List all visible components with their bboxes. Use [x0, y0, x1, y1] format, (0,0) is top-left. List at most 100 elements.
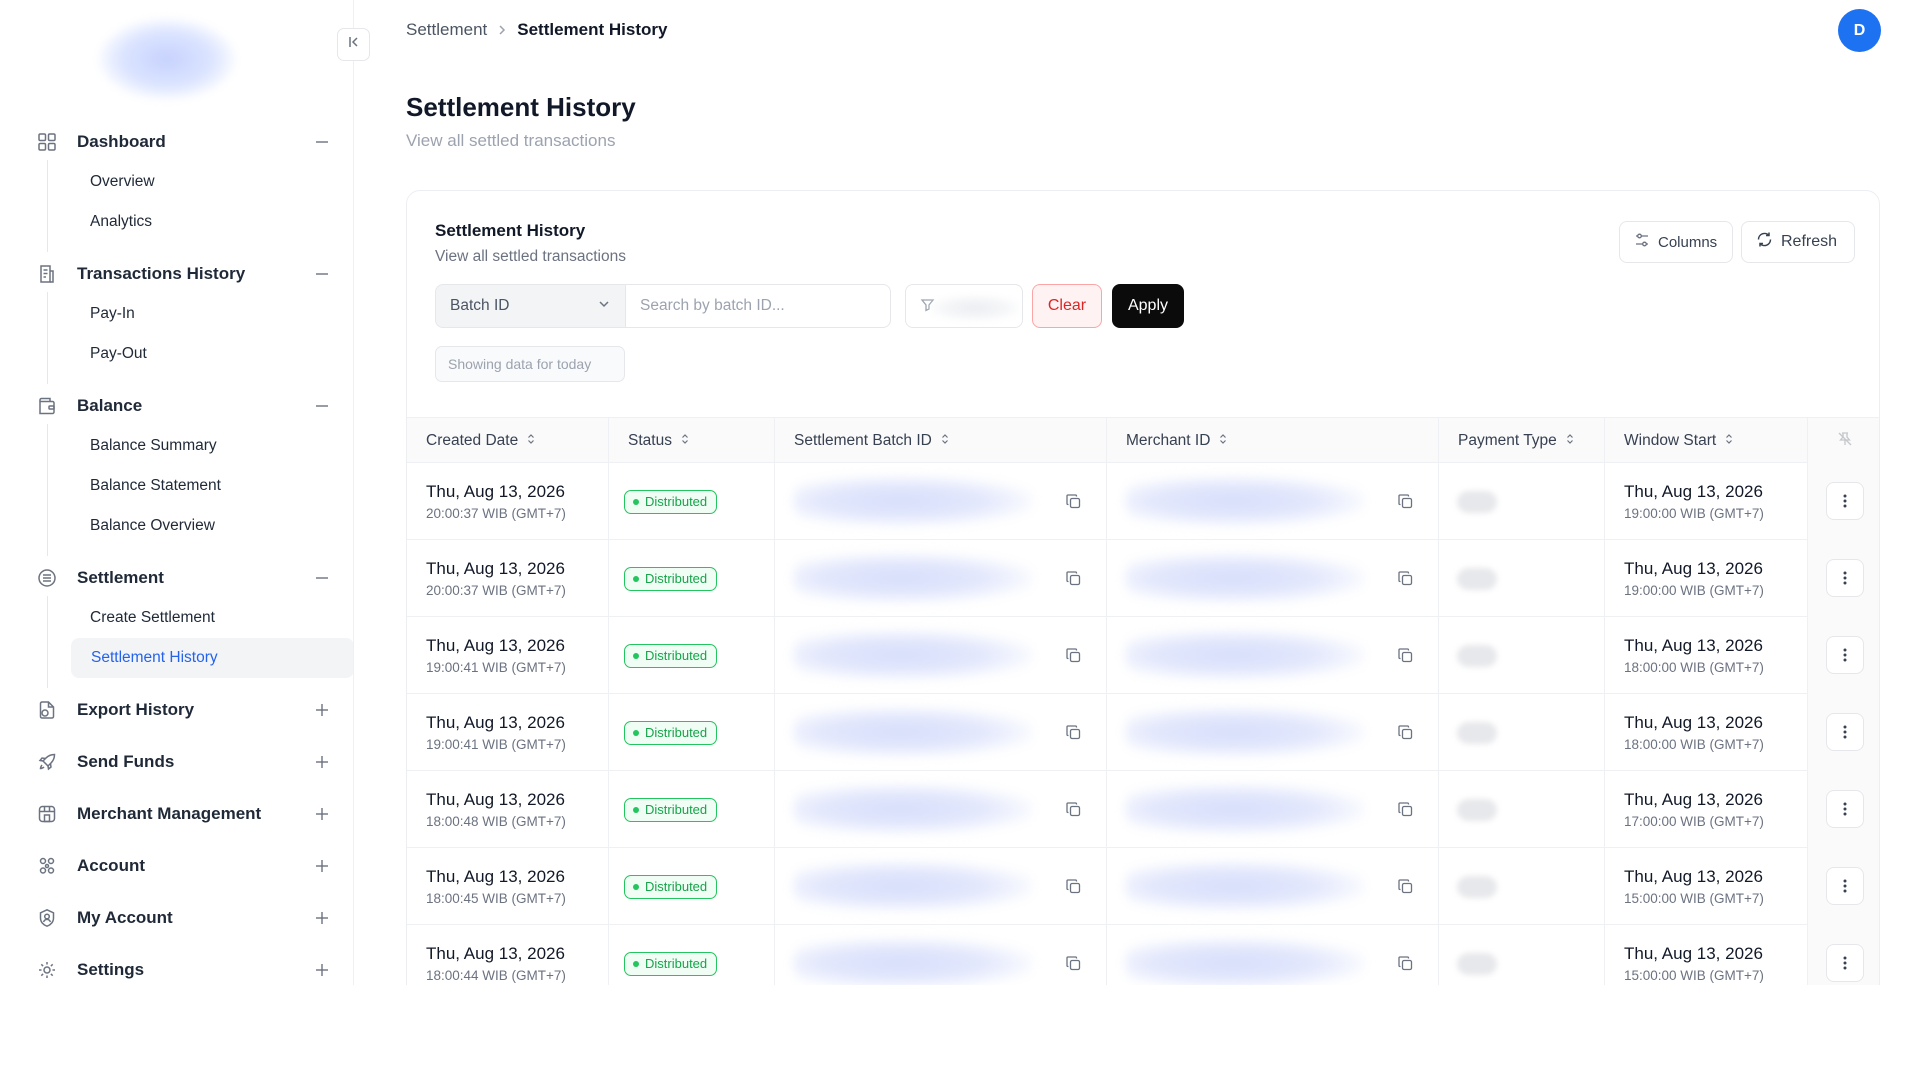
copy-icon[interactable] [1065, 570, 1082, 587]
minus-icon[interactable] [314, 134, 330, 150]
status-dot-icon [633, 806, 639, 813]
sidebar-item-label: Dashboard [77, 132, 166, 151]
sidebar-item-my-account[interactable]: My Account [0, 900, 353, 936]
copy-icon[interactable] [1397, 801, 1414, 818]
sidebar-item-send-funds[interactable]: Send Funds [0, 744, 353, 780]
cell-created-date: Thu, Aug 13, 2026 18:00:48 WIB (GMT+7) [407, 771, 609, 848]
plus-icon[interactable] [314, 806, 330, 822]
sidebar-item-overview[interactable]: Overview [58, 162, 341, 202]
cell-created-date: Thu, Aug 13, 2026 18:00:45 WIB (GMT+7) [407, 848, 609, 925]
avatar[interactable]: D [1838, 9, 1881, 52]
created-date: Thu, Aug 13, 2026 [426, 559, 565, 578]
nav-children: Overview Analytics [47, 160, 353, 252]
column-header-actions[interactable] [1808, 418, 1879, 464]
sidebar-item-settlement-history[interactable]: Settlement History [71, 638, 353, 678]
column-header-payment-type[interactable]: Payment Type [1439, 418, 1605, 464]
sidebar-item-balance-summary[interactable]: Balance Summary [58, 426, 341, 466]
table-row[interactable]: Thu, Aug 13, 2026 20:00:37 WIB (GMT+7) D… [407, 540, 1879, 617]
plus-icon[interactable] [314, 754, 330, 770]
logo[interactable] [98, 18, 236, 100]
copy-icon[interactable] [1065, 724, 1082, 741]
redacted-batch-id [793, 553, 1033, 603]
sidebar-item-export-history[interactable]: Export History [0, 692, 353, 728]
sort-icon [1724, 432, 1734, 450]
copy-icon[interactable] [1065, 955, 1082, 972]
date-range-indicator[interactable]: Showing data for today [435, 346, 625, 382]
plus-icon[interactable] [314, 702, 330, 718]
copy-icon[interactable] [1065, 878, 1082, 895]
cell-actions [1808, 848, 1879, 925]
copy-icon[interactable] [1397, 570, 1414, 587]
copy-icon[interactable] [1065, 647, 1082, 664]
row-actions-button[interactable] [1826, 867, 1864, 905]
page-title: Settlement History [406, 92, 636, 122]
copy-icon[interactable] [1397, 647, 1414, 664]
collapse-sidebar-button[interactable] [337, 28, 370, 61]
columns-button[interactable]: Columns [1619, 221, 1733, 263]
row-actions-button[interactable] [1826, 790, 1864, 828]
row-actions-button[interactable] [1826, 482, 1864, 520]
sidebar-item-account[interactable]: Account [0, 848, 353, 884]
copy-icon[interactable] [1397, 955, 1414, 972]
clear-button[interactable]: Clear [1032, 284, 1102, 328]
status-badge: Distributed [624, 643, 718, 668]
sidebar-item-settlement[interactable]: Settlement [0, 560, 353, 596]
status-label: Distributed [645, 879, 708, 894]
date-stack: Thu, Aug 13, 2026 18:00:00 WIB (GMT+7) [1624, 713, 1764, 752]
date-stack: Thu, Aug 13, 2026 19:00:41 WIB (GMT+7) [426, 713, 566, 752]
sliders-icon [1634, 232, 1650, 252]
nav-group-merchant: Merchant Management [0, 796, 353, 832]
sidebar-item-dashboard[interactable]: Dashboard [0, 124, 353, 160]
column-header-window-start[interactable]: Window Start [1605, 418, 1808, 464]
apply-button[interactable]: Apply [1112, 284, 1184, 328]
more-vertical-icon [1843, 802, 1847, 816]
column-header-merchant-id[interactable]: Merchant ID [1107, 418, 1439, 464]
plus-icon[interactable] [314, 910, 330, 926]
row-actions-button[interactable] [1826, 944, 1864, 982]
breadcrumb-parent[interactable]: Settlement [406, 20, 487, 40]
status-badge: Distributed [624, 951, 718, 976]
sidebar-item-transactions-history[interactable]: Transactions History [0, 256, 353, 292]
table-row[interactable]: Thu, Aug 13, 2026 18:00:48 WIB (GMT+7) D… [407, 771, 1879, 848]
row-actions-button[interactable] [1826, 559, 1864, 597]
row-actions-button[interactable] [1826, 713, 1864, 751]
search-input[interactable] [625, 284, 891, 328]
sidebar-item-create-settlement[interactable]: Create Settlement [58, 598, 341, 638]
sidebar-item-settings[interactable]: Settings [0, 952, 353, 985]
refresh-button[interactable]: Refresh [1741, 221, 1855, 263]
sidebar-item-pay-in[interactable]: Pay-In [58, 294, 341, 334]
sidebar-item-balance-overview[interactable]: Balance Overview [58, 506, 341, 546]
sidebar-item-analytics[interactable]: Analytics [58, 202, 341, 242]
sidebar-item-pay-out[interactable]: Pay-Out [58, 334, 341, 374]
plus-icon[interactable] [314, 962, 330, 978]
filter-button[interactable] [905, 284, 1023, 328]
copy-icon[interactable] [1397, 493, 1414, 510]
collapse-left-icon [347, 35, 361, 54]
minus-icon[interactable] [314, 266, 330, 282]
table-row[interactable]: Thu, Aug 13, 2026 19:00:41 WIB (GMT+7) D… [407, 617, 1879, 694]
sidebar-item-balance[interactable]: Balance [0, 388, 353, 424]
created-time: 18:00:45 WIB (GMT+7) [426, 891, 566, 906]
column-header-settlement-batch-id[interactable]: Settlement Batch ID [775, 418, 1107, 464]
copy-icon[interactable] [1397, 724, 1414, 741]
column-header-created-date[interactable]: Created Date [407, 418, 609, 464]
sidebar-item-merchant-management[interactable]: Merchant Management [0, 796, 353, 832]
column-header-status[interactable]: Status [609, 418, 775, 464]
row-actions-button[interactable] [1826, 636, 1864, 674]
cell-window-start: Thu, Aug 13, 2026 19:00:00 WIB (GMT+7) [1605, 540, 1808, 617]
sidebar-item-label: Send Funds [77, 752, 175, 771]
table-row[interactable]: Thu, Aug 13, 2026 20:00:37 WIB (GMT+7) D… [407, 463, 1879, 540]
copy-icon[interactable] [1397, 878, 1414, 895]
window-date: Thu, Aug 13, 2026 [1624, 790, 1763, 809]
copy-icon[interactable] [1065, 493, 1082, 510]
date-stack: Thu, Aug 13, 2026 19:00:00 WIB (GMT+7) [1624, 559, 1764, 598]
sidebar-item-balance-statement[interactable]: Balance Statement [58, 466, 341, 506]
minus-icon[interactable] [314, 570, 330, 586]
table-row[interactable]: Thu, Aug 13, 2026 19:00:41 WIB (GMT+7) D… [407, 694, 1879, 771]
filter-field-select[interactable]: Batch ID [435, 284, 625, 328]
table-row[interactable]: Thu, Aug 13, 2026 18:00:45 WIB (GMT+7) D… [407, 848, 1879, 925]
more-vertical-icon [1843, 725, 1847, 739]
copy-icon[interactable] [1065, 801, 1082, 818]
plus-icon[interactable] [314, 858, 330, 874]
minus-icon[interactable] [314, 398, 330, 414]
